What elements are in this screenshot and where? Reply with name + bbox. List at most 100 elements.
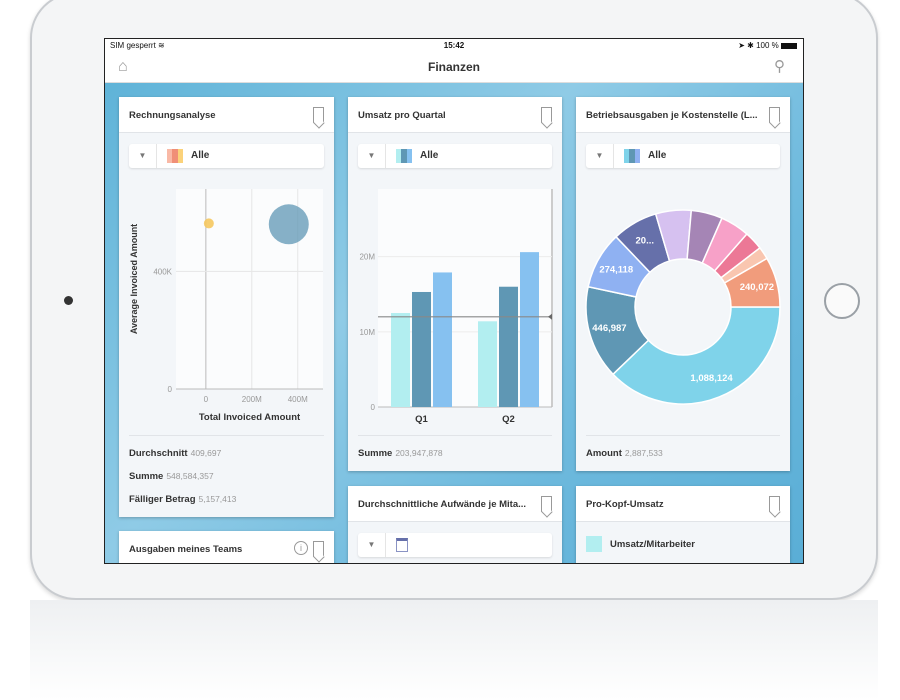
y-tick-label: 0 <box>371 403 376 412</box>
y-tick-label: 400K <box>153 267 172 276</box>
chevron-down-icon[interactable]: ▼ <box>129 144 157 168</box>
card-title: Rechnungsanalyse <box>129 110 216 121</box>
filter-dropdown[interactable]: ▼ <box>358 533 552 557</box>
card-summary: Summe 203,947,878 <box>358 435 552 459</box>
summary-amount: Amount 2,887,533 <box>586 448 780 459</box>
search-icon[interactable]: ⚲ <box>774 57 785 75</box>
chevron-down-icon[interactable]: ▼ <box>358 533 386 557</box>
summary-value: 203,947,878 <box>395 448 443 458</box>
card-header: Ausgaben meines Teams i <box>119 531 334 563</box>
card-header: Umsatz pro Quartal <box>348 97 562 133</box>
card-ausgaben-meines-teams[interactable]: Ausgaben meines Teams i <box>119 531 334 563</box>
scatter-point <box>203 218 214 229</box>
filter-dropdown[interactable]: ▼ Alle <box>586 144 780 168</box>
bar <box>433 272 452 407</box>
card-betriebsausgaben[interactable]: Betriebsausgaben je Kostenstelle (L... ▼… <box>576 97 790 471</box>
summary-summe: Summe 203,947,878 <box>358 448 552 459</box>
card-header: Pro-Kopf-Umsatz <box>576 486 790 522</box>
card-summary: Durchschnitt 409,697 Summe 548,584,357 Fäl… <box>129 435 324 505</box>
home-hardware-button[interactable] <box>824 283 860 319</box>
nav-bar: ⌂ Finanzen ⚲ <box>105 52 803 83</box>
x-tick-label: Q1 <box>415 414 428 425</box>
info-icon[interactable]: i <box>294 541 308 555</box>
summary-label: Summe <box>358 448 393 459</box>
summary-value: 2,887,533 <box>624 448 663 458</box>
y-tick-label: 0 <box>168 385 173 394</box>
filter-label: Alle <box>648 150 667 161</box>
filter-dropdown[interactable]: ▼ Alle <box>129 144 324 168</box>
card-title: Betriebsausgaben je Kostenstelle (L... <box>586 110 758 121</box>
chevron-down-icon[interactable]: ▼ <box>586 144 614 168</box>
x-tick-label: 400M <box>288 395 308 404</box>
tablet-reflection <box>30 600 878 700</box>
battery-icon <box>781 42 797 49</box>
summary-label: Amount <box>586 448 622 459</box>
card-summary: Amount 2,887,533 <box>586 435 780 459</box>
page-title: Finanzen <box>427 60 480 74</box>
card-umsatz-pro-quartal[interactable]: Umsatz pro Quartal ▼ Alle 0 10M 20M Q1 Q2 Sum… <box>348 97 562 471</box>
bookmark-icon[interactable] <box>769 107 780 123</box>
x-tick-label: Q2 <box>502 414 515 425</box>
clock: 15:42 <box>443 41 465 50</box>
bookmark-icon[interactable] <box>541 496 552 512</box>
slice-label: 446,987 <box>592 323 626 334</box>
color-swatch <box>396 149 412 163</box>
summary-faelliger-betrag: Fälliger Betrag 5,157,413 <box>129 494 324 505</box>
scatter-point <box>268 204 309 245</box>
card-title: Pro-Kopf-Umsatz <box>586 499 664 510</box>
filter-label: Alle <box>191 150 210 161</box>
card-header: Betriebsausgaben je Kostenstelle (L... <box>576 97 790 133</box>
summary-value: 548,584,357 <box>166 471 214 481</box>
summary-summe: Summe 548,584,357 <box>129 471 324 482</box>
bookmark-icon[interactable] <box>313 541 324 557</box>
scatter-chart[interactable]: 0 200M 400M 0 400K Total Invoiced Amount Avera… <box>119 177 334 427</box>
status-indicators: ➤ ✱ 100 % <box>738 41 779 50</box>
dashboard: Rechnungsanalyse ▼ Alle 0 200M 400M 0 400K Tot… <box>105 83 803 563</box>
x-axis-label: Total Invoiced Amount <box>199 412 301 423</box>
summary-label: Fälliger Betrag <box>129 494 196 505</box>
donut-slice <box>611 306 781 405</box>
card-title: Durchschnittliche Aufwände je Mita... <box>358 499 527 510</box>
bar <box>499 286 518 407</box>
card-rechnungsanalyse[interactable]: Rechnungsanalyse ▼ Alle 0 200M 400M 0 400K Tot… <box>119 97 334 517</box>
screen: SIM gesperrt ≋ 15:42 ➤ ✱ 100 % ⌂ Finanze… <box>104 38 804 564</box>
legend-label: Umsatz/Mitarbeiter <box>610 539 695 550</box>
summary-durchschnitt: Durchschnitt 409,697 <box>129 448 324 459</box>
status-bar: SIM gesperrt ≋ 15:42 ➤ ✱ 100 % <box>105 39 803 52</box>
filter-label: Alle <box>420 150 439 161</box>
camera <box>64 296 73 305</box>
bookmark-icon[interactable] <box>313 107 324 123</box>
summary-value: 5,157,413 <box>198 494 237 504</box>
color-swatch <box>624 149 640 163</box>
card-title: Ausgaben meines Teams <box>129 544 243 555</box>
x-tick-label: 200M <box>242 395 262 404</box>
bookmark-icon[interactable] <box>541 107 552 123</box>
summary-value: 409,697 <box>190 448 222 458</box>
summary-label: Durchschnitt <box>129 448 188 459</box>
slice-label: 20... <box>636 236 655 247</box>
bookmark-icon[interactable] <box>769 496 780 512</box>
card-header: Rechnungsanalyse <box>119 97 334 133</box>
card-title: Umsatz pro Quartal <box>358 110 446 121</box>
slice-label: 274,118 <box>599 265 633 276</box>
donut-chart[interactable]: 1,088,124 446,987 274,118 20... 240,072 <box>576 177 790 427</box>
y-tick-label: 20M <box>359 253 375 262</box>
bar-chart[interactable]: 0 10M 20M Q1 Q2 <box>348 177 562 427</box>
chevron-down-icon[interactable]: ▼ <box>358 144 386 168</box>
y-axis-label: Average Invoiced Amount <box>129 224 139 334</box>
slice-label: 1,088,124 <box>690 373 733 384</box>
card-header: Durchschnittliche Aufwände je Mita... <box>348 486 562 522</box>
y-tick-label: 10M <box>359 328 375 337</box>
bar <box>478 321 497 407</box>
bar <box>391 313 410 407</box>
filter-dropdown[interactable]: ▼ Alle <box>358 144 552 168</box>
status-right: ➤ ✱ 100 % <box>738 41 797 50</box>
bar <box>520 252 539 407</box>
card-durchschnittliche-aufwaende[interactable]: Durchschnittliche Aufwände je Mita... ▼ <box>348 486 562 563</box>
legend-swatch <box>586 536 602 552</box>
color-swatch <box>167 149 183 163</box>
card-pro-kopf-umsatz[interactable]: Pro-Kopf-Umsatz Umsatz/Mitarbeiter <box>576 486 790 563</box>
x-tick-label: 0 <box>204 395 209 404</box>
bar <box>412 291 431 407</box>
calendar-icon <box>396 538 408 552</box>
